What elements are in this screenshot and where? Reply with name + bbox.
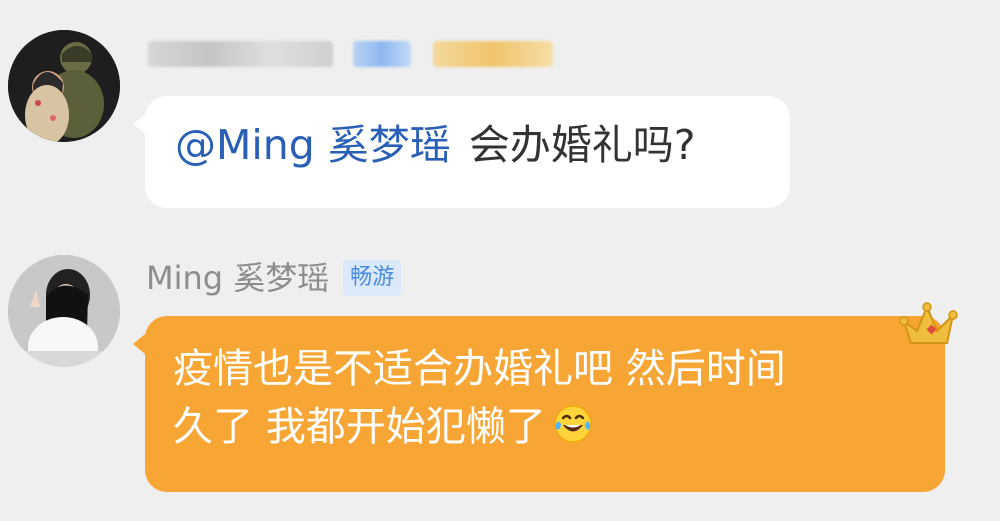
message-line: 疫情也是不适合办婚礼吧 然后时间 [173, 346, 786, 392]
chat-thread: @Ming 奚梦瑶 会办婚礼吗? Ming 奚梦瑶 畅游 疫情也是不适合办婚礼吧 … [0, 0, 1000, 521]
blurred-username [148, 34, 558, 74]
laughing-tears-emoji-icon [552, 403, 594, 445]
message-bubble: 疫情也是不适合办婚礼吧 然后时间 久了 我都开始犯懒了 [133, 316, 945, 492]
message-line: 久了 我都开始犯懒了 [173, 398, 917, 456]
avatar[interactable] [8, 255, 120, 367]
sender-header: Ming 奚梦瑶 畅游 [146, 258, 402, 298]
message-line-text: 久了 我都开始犯懒了 [173, 404, 546, 450]
message-bubble: @Ming 奚梦瑶 会办婚礼吗? [133, 96, 790, 208]
status-badge: 畅游 [343, 260, 402, 296]
crown-icon [897, 297, 969, 357]
mention-link[interactable]: @Ming 奚梦瑶 [175, 121, 451, 169]
avatar[interactable] [8, 30, 120, 142]
sender-name[interactable]: Ming 奚梦瑶 [146, 262, 329, 294]
message-question: 会办婚礼吗? [468, 121, 696, 169]
message-text: 疫情也是不适合办婚礼吧 然后时间 久了 我都开始犯懒了 [173, 340, 917, 456]
message-text: @Ming 奚梦瑶 会办婚礼吗? [175, 121, 696, 170]
